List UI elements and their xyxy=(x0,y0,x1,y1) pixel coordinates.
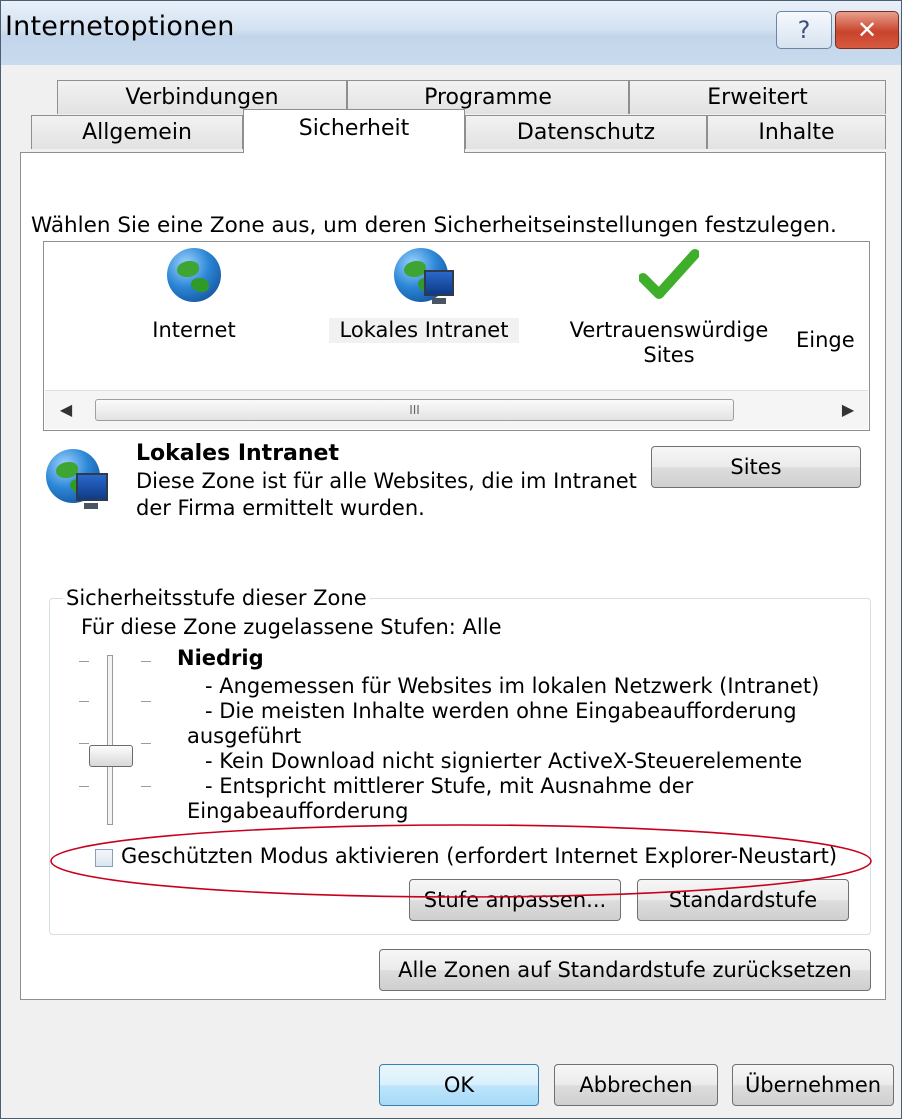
zone-prompt: Wählen Sie eine Zone aus, um deren Siche… xyxy=(31,213,837,238)
slider-tick xyxy=(141,786,151,787)
level-bullet: - Die meisten Inhalte werden ohne Eingab… xyxy=(205,699,797,723)
protected-mode-checkbox[interactable] xyxy=(95,849,113,867)
dialog-window: Internetoptionen ? ✕ Verbindungen Progra… xyxy=(0,0,902,1119)
slider-tick xyxy=(79,701,89,702)
zone-lokales-intranet-label: Lokales Intranet xyxy=(329,318,519,343)
intranet-globe-monitor-icon xyxy=(394,248,454,304)
scroll-right-arrow-icon[interactable]: ▶ xyxy=(831,391,865,429)
custom-level-button[interactable]: Stufe anpassen... xyxy=(409,879,621,921)
scroll-left-arrow-icon[interactable]: ◀ xyxy=(49,391,83,429)
level-bullet: - Kein Download nicht signierter ActiveX… xyxy=(205,749,803,773)
zone-internet-label: Internet xyxy=(152,318,236,342)
level-bullet: ausgeführt xyxy=(187,724,302,748)
slider-tick xyxy=(79,743,89,744)
globe-icon xyxy=(167,248,221,302)
level-bullet: - Entspricht mittlerer Stufe, mit Ausnah… xyxy=(205,774,694,798)
cancel-button[interactable]: Abbrechen xyxy=(554,1064,718,1106)
zone-eingeschraenkte[interactable]: Einge xyxy=(796,328,869,353)
zone-internet[interactable]: Internet xyxy=(104,248,284,343)
security-slider-track[interactable] xyxy=(107,655,113,825)
close-button[interactable]: ✕ xyxy=(835,11,899,49)
slider-tick xyxy=(141,661,151,662)
protected-mode-label[interactable]: Geschützten Modus aktivieren (erfordert … xyxy=(121,844,837,868)
zone-trusted-label-1: Vertrauenswürdige xyxy=(569,318,769,342)
allowed-levels-text: Für diese Zone zugelassene Stufen: Alle xyxy=(81,615,502,639)
security-slider-thumb[interactable] xyxy=(89,745,133,767)
tab-sicherheit[interactable]: Sicherheit xyxy=(243,109,465,153)
help-icon: ? xyxy=(797,16,811,44)
zone-scrollbar[interactable]: ◀ III ▶ xyxy=(45,390,868,429)
sites-button[interactable]: Sites xyxy=(651,446,861,488)
reset-all-zones-button[interactable]: Alle Zonen auf Standardstufe zurücksetze… xyxy=(379,949,871,991)
help-button[interactable]: ? xyxy=(776,11,832,49)
slider-tick xyxy=(141,743,151,744)
level-description: - Angemessen für Websites im lokalen Net… xyxy=(187,674,867,824)
window-title: Internetoptionen xyxy=(5,11,235,42)
level-bullet: - Angemessen für Websites im lokalen Net… xyxy=(205,674,820,698)
green-check-icon xyxy=(638,248,700,302)
title-bar[interactable]: Internetoptionen ? ✕ xyxy=(1,1,901,65)
slider-tick xyxy=(79,786,89,787)
tab-inhalte[interactable]: Inhalte xyxy=(707,115,886,149)
slider-tick xyxy=(79,661,89,662)
scroll-thumb[interactable]: III xyxy=(95,399,734,421)
tab-erweitert[interactable]: Erweitert xyxy=(629,80,886,114)
tab-datenschutz[interactable]: Datenschutz xyxy=(465,115,707,149)
zone-restricted-label: Einge xyxy=(796,328,855,352)
level-bullet: Eingabeaufforderung xyxy=(187,799,409,823)
zone-list: Internet Lokales Intranet Vertrauenswürd… xyxy=(43,241,870,431)
apply-button[interactable]: Übernehmen xyxy=(732,1064,894,1106)
zone-lokales-intranet[interactable]: Lokales Intranet xyxy=(329,248,519,343)
zone-info-title: Lokales Intranet xyxy=(136,441,339,466)
ok-button[interactable]: OK xyxy=(379,1064,539,1106)
zone-vertrauenswuerdige-sites[interactable]: Vertrauenswürdige Sites xyxy=(564,248,774,368)
tab-allgemein[interactable]: Allgemein xyxy=(31,115,243,149)
slider-tick xyxy=(141,701,151,702)
zone-info-description: Diese Zone ist für alle Websites, die im… xyxy=(136,469,637,520)
close-icon: ✕ xyxy=(856,16,878,44)
level-name: Niedrig xyxy=(177,646,264,670)
zone-trusted-label-2: Sites xyxy=(643,343,695,367)
intranet-zone-icon xyxy=(46,449,116,519)
default-level-button[interactable]: Standardstufe xyxy=(637,879,849,921)
security-level-group-label: Sicherheitsstufe dieser Zone xyxy=(63,586,370,610)
